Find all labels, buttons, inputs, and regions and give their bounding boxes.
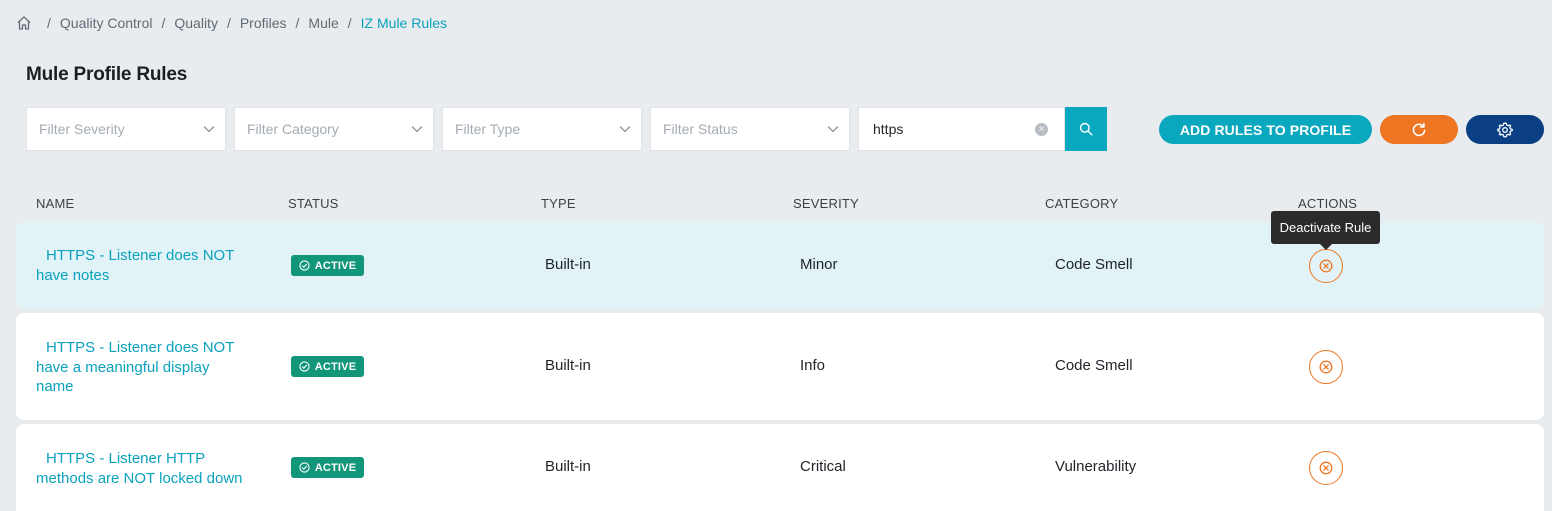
status-badge: ACTIVE	[291, 457, 364, 478]
refresh-icon	[1412, 122, 1426, 136]
deactivate-icon	[1319, 461, 1333, 475]
rule-name-link[interactable]: HTTPS - Listener does NOT have notes	[36, 246, 251, 285]
search-icon	[1079, 122, 1093, 136]
breadcrumb-separator: /	[295, 15, 300, 31]
home-icon[interactable]	[16, 15, 32, 31]
settings-button[interactable]	[1466, 115, 1544, 144]
tooltip: Deactivate Rule	[1271, 211, 1380, 250]
search-input[interactable]: https ×	[858, 107, 1065, 151]
filter-type-placeholder: Filter Type	[455, 121, 521, 137]
filter-status-placeholder: Filter Status	[663, 121, 738, 137]
breadcrumb-mule[interactable]: Mule	[308, 15, 338, 31]
column-header-type[interactable]: TYPE	[541, 196, 576, 211]
column-header-actions: ACTIONS	[1298, 196, 1358, 211]
chevron-down-icon	[619, 126, 631, 133]
breadcrumb-separator: /	[161, 15, 166, 31]
deactivate-icon	[1319, 259, 1333, 273]
rule-name-link[interactable]: HTTPS - Listener does NOT have a meaning…	[36, 338, 251, 397]
page-title: Mule Profile Rules	[26, 64, 188, 85]
breadcrumb-quality-control[interactable]: Quality Control	[60, 15, 153, 31]
chevron-down-icon	[203, 126, 215, 133]
status-badge-label: ACTIVE	[314, 259, 357, 272]
rule-severity: Critical	[800, 458, 846, 475]
search-button[interactable]	[1065, 107, 1107, 151]
deactivate-rule-button[interactable]	[1309, 350, 1343, 384]
status-badge: ACTIVE	[291, 255, 364, 276]
filter-status-select[interactable]: Filter Status	[650, 107, 850, 151]
status-badge-label: ACTIVE	[314, 360, 357, 373]
check-circle-icon	[299, 260, 310, 271]
check-circle-icon	[299, 361, 310, 372]
search-input-value: https	[873, 121, 904, 137]
refresh-button[interactable]	[1380, 115, 1458, 144]
column-header-category[interactable]: CATEGORY	[1045, 196, 1118, 211]
breadcrumb-separator: /	[226, 15, 231, 31]
table-row[interactable]: HTTPS - Listener HTTP methods are NOT lo…	[16, 424, 1544, 511]
check-circle-icon	[299, 462, 310, 473]
rule-severity: Minor	[800, 256, 838, 273]
breadcrumb-profiles[interactable]: Profiles	[240, 15, 287, 31]
rule-type: Built-in	[545, 357, 591, 374]
breadcrumb-quality[interactable]: Quality	[174, 15, 218, 31]
breadcrumb-current: IZ Mule Rules	[360, 15, 448, 31]
breadcrumb-separator: /	[47, 15, 51, 31]
filter-type-select[interactable]: Filter Type	[442, 107, 642, 151]
deactivate-icon	[1319, 360, 1333, 374]
status-badge: ACTIVE	[291, 356, 364, 377]
rule-category: Code Smell	[1055, 357, 1133, 374]
column-header-status[interactable]: STATUS	[288, 196, 339, 211]
column-header-severity[interactable]: SEVERITY	[793, 196, 859, 211]
rule-type: Built-in	[545, 256, 591, 273]
filter-category-placeholder: Filter Category	[247, 121, 339, 137]
filter-severity-placeholder: Filter Severity	[39, 121, 125, 137]
rule-category: Code Smell	[1055, 256, 1133, 273]
filter-category-select[interactable]: Filter Category	[234, 107, 434, 151]
deactivate-rule-button[interactable]	[1309, 249, 1343, 283]
chevron-down-icon	[411, 126, 423, 133]
rule-name-link[interactable]: HTTPS - Listener HTTP methods are NOT lo…	[36, 449, 251, 488]
chevron-down-icon	[827, 126, 839, 133]
add-rules-to-profile-button[interactable]: ADD RULES TO PROFILE	[1159, 115, 1372, 144]
rule-category: Vulnerability	[1055, 458, 1137, 475]
deactivate-rule-button[interactable]	[1309, 451, 1343, 485]
rule-severity: Info	[800, 357, 826, 374]
clear-search-icon[interactable]: ×	[1035, 123, 1048, 136]
table-row[interactable]: HTTPS - Listener does NOT have a meaning…	[16, 313, 1544, 420]
column-header-name[interactable]: NAME	[36, 196, 74, 211]
status-badge-label: ACTIVE	[314, 461, 357, 474]
rule-type: Built-in	[545, 458, 591, 475]
breadcrumb-separator: /	[347, 15, 352, 31]
breadcrumb: / Quality Control / Quality / Profiles /…	[16, 14, 447, 32]
filter-severity-select[interactable]: Filter Severity	[26, 107, 226, 151]
gear-icon	[1497, 122, 1513, 137]
